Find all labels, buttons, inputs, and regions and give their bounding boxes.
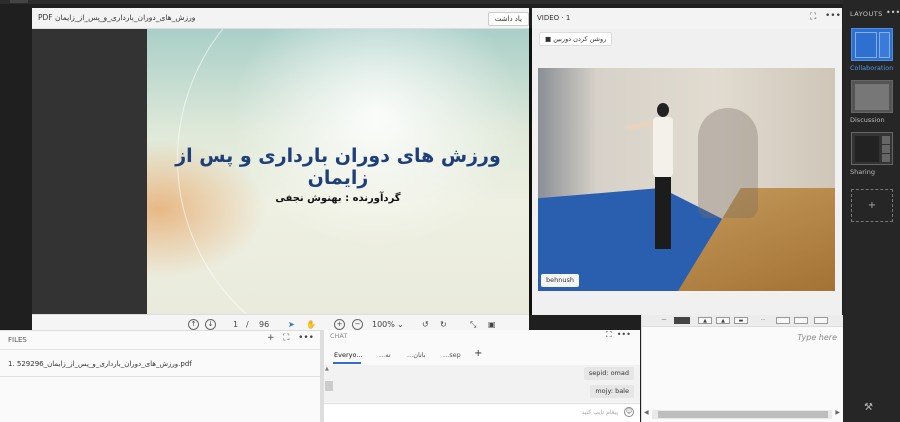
notes-toolbar: — ▲ ▲ ▬ ··· (642, 315, 843, 327)
list-tool-icon[interactable]: ··· (758, 317, 768, 324)
chat-actions: ⛶ ••• (606, 330, 631, 340)
color-swatch[interactable] (674, 317, 690, 324)
layout-discussion[interactable] (851, 80, 893, 113)
layout-sharing[interactable] (851, 132, 893, 165)
files-separator (0, 349, 320, 350)
scroll-thumb[interactable] (658, 411, 828, 418)
video-title: VIDEO · 1 (537, 14, 571, 22)
camera-button-label: روشن کردن دوربین (553, 35, 607, 43)
pdf-title: PDF ورزش_های_دوران_بارداری_و_پس_از_زایما… (38, 13, 196, 22)
pdf-canvas: ورزش های دوران بارداری و پس از زایمان گر… (32, 29, 529, 323)
add-layout-button[interactable]: + (851, 189, 893, 222)
underline-tool-icon[interactable]: ▬ (734, 317, 748, 324)
chat-more-icon[interactable]: ••• (617, 330, 631, 339)
video-person (625, 103, 678, 253)
files-separator (0, 376, 320, 377)
italic-tool-icon[interactable]: ▲ (716, 317, 730, 324)
chat-tab-everyone[interactable]: Everyo... (334, 351, 363, 359)
video-stream[interactable]: behnush (538, 68, 835, 291)
layout-thumb-side (882, 136, 890, 144)
next-page-icon[interactable]: ↓ (205, 319, 216, 330)
pdf-viewer: PDF ورزش_های_دوران_بارداری_و_پس_از_زایما… (32, 8, 529, 333)
chat-input[interactable]: پیغام تایپ کنید ☺ (324, 403, 640, 421)
participant-name-tag: behnush (541, 274, 579, 287)
video-header: VIDEO · 1 ⛶ ••• (532, 8, 842, 29)
fullscreen-icon[interactable]: ⛶ (810, 12, 816, 22)
chat-tab-4[interactable]: ...sep (443, 351, 461, 359)
conference-app: PDF ورزش_های_دوران_بارداری_و_پس_از_زایما… (0, 0, 900, 422)
chat-fullscreen-icon[interactable]: ⛶ (606, 330, 612, 339)
chat-message: sepid: omad (583, 367, 634, 380)
tools-icon[interactable]: ⚒ (864, 402, 873, 413)
layouts-title: LAYOUTS (850, 10, 883, 18)
layout-collaboration[interactable] (851, 28, 893, 61)
layouts-sidebar: LAYOUTS ••• Collaboration Discussion Sha… (843, 0, 900, 422)
zoom-out-icon[interactable]: − (352, 319, 363, 330)
more-options-icon[interactable]: ••• (825, 11, 841, 21)
layout-thumb-side (882, 154, 890, 162)
layout-thumb-main (855, 84, 889, 110)
zoom-in-icon[interactable]: + (334, 319, 345, 330)
layout-thumb-side (882, 145, 890, 153)
layout-thumb-main (855, 136, 879, 162)
chat-title: CHAT (330, 332, 348, 340)
layout-thumb-main (855, 32, 877, 58)
files-fullscreen-icon[interactable]: ⛶ (283, 333, 289, 343)
turn-on-camera-button[interactable]: ■ روشن کردن دوربین (539, 32, 613, 46)
emoji-icon[interactable]: ☺ (624, 407, 634, 417)
chat-scroll-up-icon[interactable]: ▲ (325, 366, 329, 372)
person-head (657, 103, 669, 117)
chat-scrollbar[interactable] (325, 381, 333, 391)
notes-scrollbar[interactable]: ◀ ▶ (644, 409, 840, 419)
notes-pane: — ▲ ▲ ▬ ··· Type here ◀ ▶ (641, 315, 843, 422)
video-pane: VIDEO · 1 ⛶ ••• ■ روشن کردن دوربین behnu… (532, 8, 842, 315)
notes-tool-dash[interactable]: — (660, 317, 668, 324)
layout-label-sharing: Sharing (850, 168, 875, 176)
bold-tool-icon[interactable]: ▲ (698, 317, 712, 324)
chat-tab-3[interactable]: ...باتان (407, 351, 426, 359)
notes-placeholder[interactable]: Type here (797, 333, 837, 342)
add-file-icon[interactable]: + (267, 333, 275, 343)
chat-messages: sepid: omad mojy: bale (324, 365, 640, 402)
chat-tab-2[interactable]: ...ته (379, 351, 391, 359)
active-tab-indicator (333, 362, 361, 364)
layout-label-collaboration: Collaboration (850, 64, 894, 72)
redo-tool-icon[interactable] (794, 317, 808, 324)
layout-label-discussion: Discussion (850, 116, 885, 124)
camera-icon: ■ (545, 35, 554, 43)
files-title: FILES (8, 336, 27, 344)
add-chat-tab-button[interactable]: + (474, 348, 482, 359)
file-item[interactable]: 1. 529296_ورزش_های_دوران_بارداری_و_پس_از… (8, 360, 192, 368)
pdf-slide: ورزش های دوران بارداری و پس از زایمان گر… (147, 29, 529, 323)
prev-page-icon[interactable]: ↑ (188, 319, 199, 330)
scroll-left-icon[interactable]: ◀ (644, 409, 649, 416)
chat-pane: CHAT ⛶ ••• Everyo... ...ته ...باتان ...s… (324, 330, 640, 422)
person-legs (655, 177, 671, 249)
person-body (653, 117, 673, 177)
files-pane: FILES + ⛶ ••• 1. 529296_ورزش_های_دوران_ب… (0, 330, 320, 422)
annotate-button[interactable]: یاد داشت (487, 12, 529, 26)
layout-thumb-side (879, 32, 890, 58)
top-tick (10, 0, 28, 3)
chat-input-placeholder: پیغام تایپ کنید (581, 409, 618, 416)
slide-subtitle: گردآورنده : بهنوش نجفی (275, 193, 401, 204)
pdf-header: PDF ورزش_های_دوران_بارداری_و_پس_از_زایما… (32, 8, 529, 29)
undo-tool-icon[interactable] (776, 317, 790, 324)
files-actions: + ⛶ ••• (267, 333, 314, 343)
top-strip (0, 0, 900, 4)
chat-message: mojy: bale (590, 385, 634, 398)
clear-tool-icon[interactable] (814, 317, 828, 324)
layouts-more-icon[interactable]: ••• (886, 8, 900, 17)
video-shadow (698, 108, 758, 218)
slide-title: ورزش های دوران بارداری و پس از زایمان (175, 145, 501, 189)
files-more-icon[interactable]: ••• (298, 333, 314, 343)
scroll-right-icon[interactable]: ▶ (835, 409, 840, 416)
